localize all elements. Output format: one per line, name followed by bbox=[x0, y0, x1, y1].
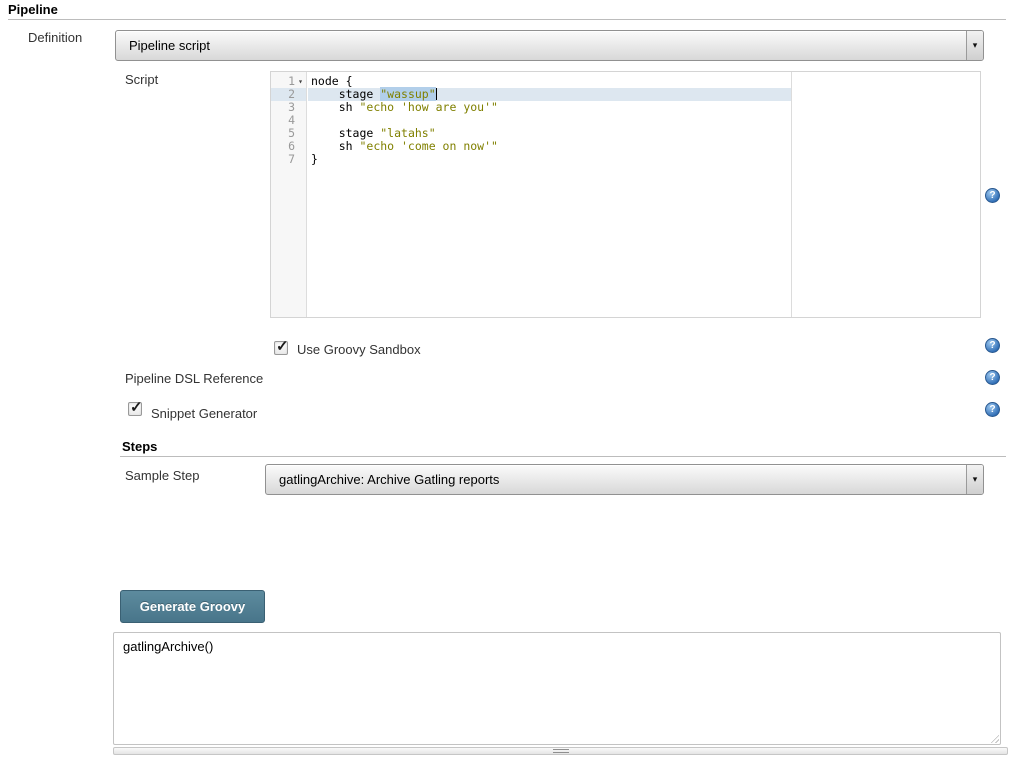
chevron-down-glyph: ▾ bbox=[973, 40, 978, 50]
code-token: sh bbox=[311, 100, 359, 114]
code-token: "echo 'come on now'" bbox=[359, 139, 497, 153]
drag-handle-icon bbox=[553, 749, 569, 753]
sample-step-select[interactable]: gatlingArchive: Archive Gatling reports … bbox=[265, 464, 984, 495]
gutter-line: 7 bbox=[271, 153, 306, 166]
dsl-reference-help-icon[interactable]: ? bbox=[985, 370, 1000, 385]
code-token: "wassup" bbox=[380, 87, 435, 101]
pipeline-section-divider bbox=[8, 19, 1006, 20]
sandbox-help-icon[interactable]: ? bbox=[985, 338, 1000, 353]
editor-ruler bbox=[791, 72, 792, 317]
editor-gutter: 1▾234567 bbox=[271, 72, 307, 317]
definition-select-value: Pipeline script bbox=[129, 31, 210, 60]
groovy-output-container: gatlingArchive() bbox=[113, 632, 1001, 745]
code-line[interactable]: sh "echo 'come on now'" bbox=[308, 140, 980, 153]
code-token: stage bbox=[311, 87, 380, 101]
definition-select[interactable]: Pipeline script ▾ bbox=[115, 30, 984, 61]
checkmark-icon: ✓ bbox=[276, 337, 289, 355]
code-token: "latahs" bbox=[380, 126, 435, 140]
textarea-resize-bar[interactable] bbox=[113, 747, 1008, 755]
code-token: sh bbox=[311, 139, 359, 153]
snippet-generator-help-icon[interactable]: ? bbox=[985, 402, 1000, 417]
pipeline-config-page: Pipeline Definition Pipeline script ▾ Sc… bbox=[0, 0, 1014, 757]
sample-step-select-value: gatlingArchive: Archive Gatling reports bbox=[279, 465, 499, 494]
line-number: 7 bbox=[271, 153, 295, 166]
fold-arrow-icon[interactable]: ▾ bbox=[295, 75, 306, 88]
script-label: Script bbox=[125, 72, 158, 87]
code-token: node { bbox=[311, 74, 353, 88]
text-cursor bbox=[436, 88, 437, 100]
script-help-icon[interactable]: ? bbox=[985, 188, 1000, 203]
steps-section-title: Steps bbox=[122, 439, 157, 454]
code-line[interactable]: } bbox=[308, 153, 980, 166]
pipeline-section-title: Pipeline bbox=[8, 2, 58, 17]
use-groovy-sandbox-label: Use Groovy Sandbox bbox=[297, 342, 421, 357]
pipeline-dsl-reference-link[interactable]: Pipeline DSL Reference bbox=[125, 371, 263, 386]
snippet-generator-checkbox[interactable]: ✓ bbox=[128, 402, 142, 416]
groovy-output-textarea[interactable]: gatlingArchive() bbox=[113, 632, 1001, 745]
chevron-down-icon[interactable]: ▾ bbox=[966, 31, 983, 60]
editor-code[interactable]: node { stage "wassup" sh "echo 'how are … bbox=[308, 72, 980, 317]
code-token: } bbox=[311, 152, 318, 166]
code-token: stage bbox=[311, 126, 380, 140]
script-code-editor[interactable]: 1▾234567 node { stage "wassup" sh "echo … bbox=[270, 71, 981, 318]
steps-section-divider bbox=[120, 456, 1006, 457]
definition-label: Definition bbox=[28, 30, 82, 45]
sample-step-label: Sample Step bbox=[125, 468, 199, 483]
code-token: "echo 'how are you'" bbox=[359, 100, 497, 114]
generate-groovy-button[interactable]: Generate Groovy bbox=[120, 590, 265, 623]
snippet-generator-label: Snippet Generator bbox=[151, 406, 257, 421]
code-line[interactable]: sh "echo 'how are you'" bbox=[308, 101, 980, 114]
use-groovy-sandbox-checkbox[interactable]: ✓ bbox=[274, 341, 288, 355]
chevron-down-glyph: ▾ bbox=[973, 474, 978, 484]
chevron-down-icon[interactable]: ▾ bbox=[966, 465, 983, 494]
checkmark-icon: ✓ bbox=[130, 398, 143, 416]
